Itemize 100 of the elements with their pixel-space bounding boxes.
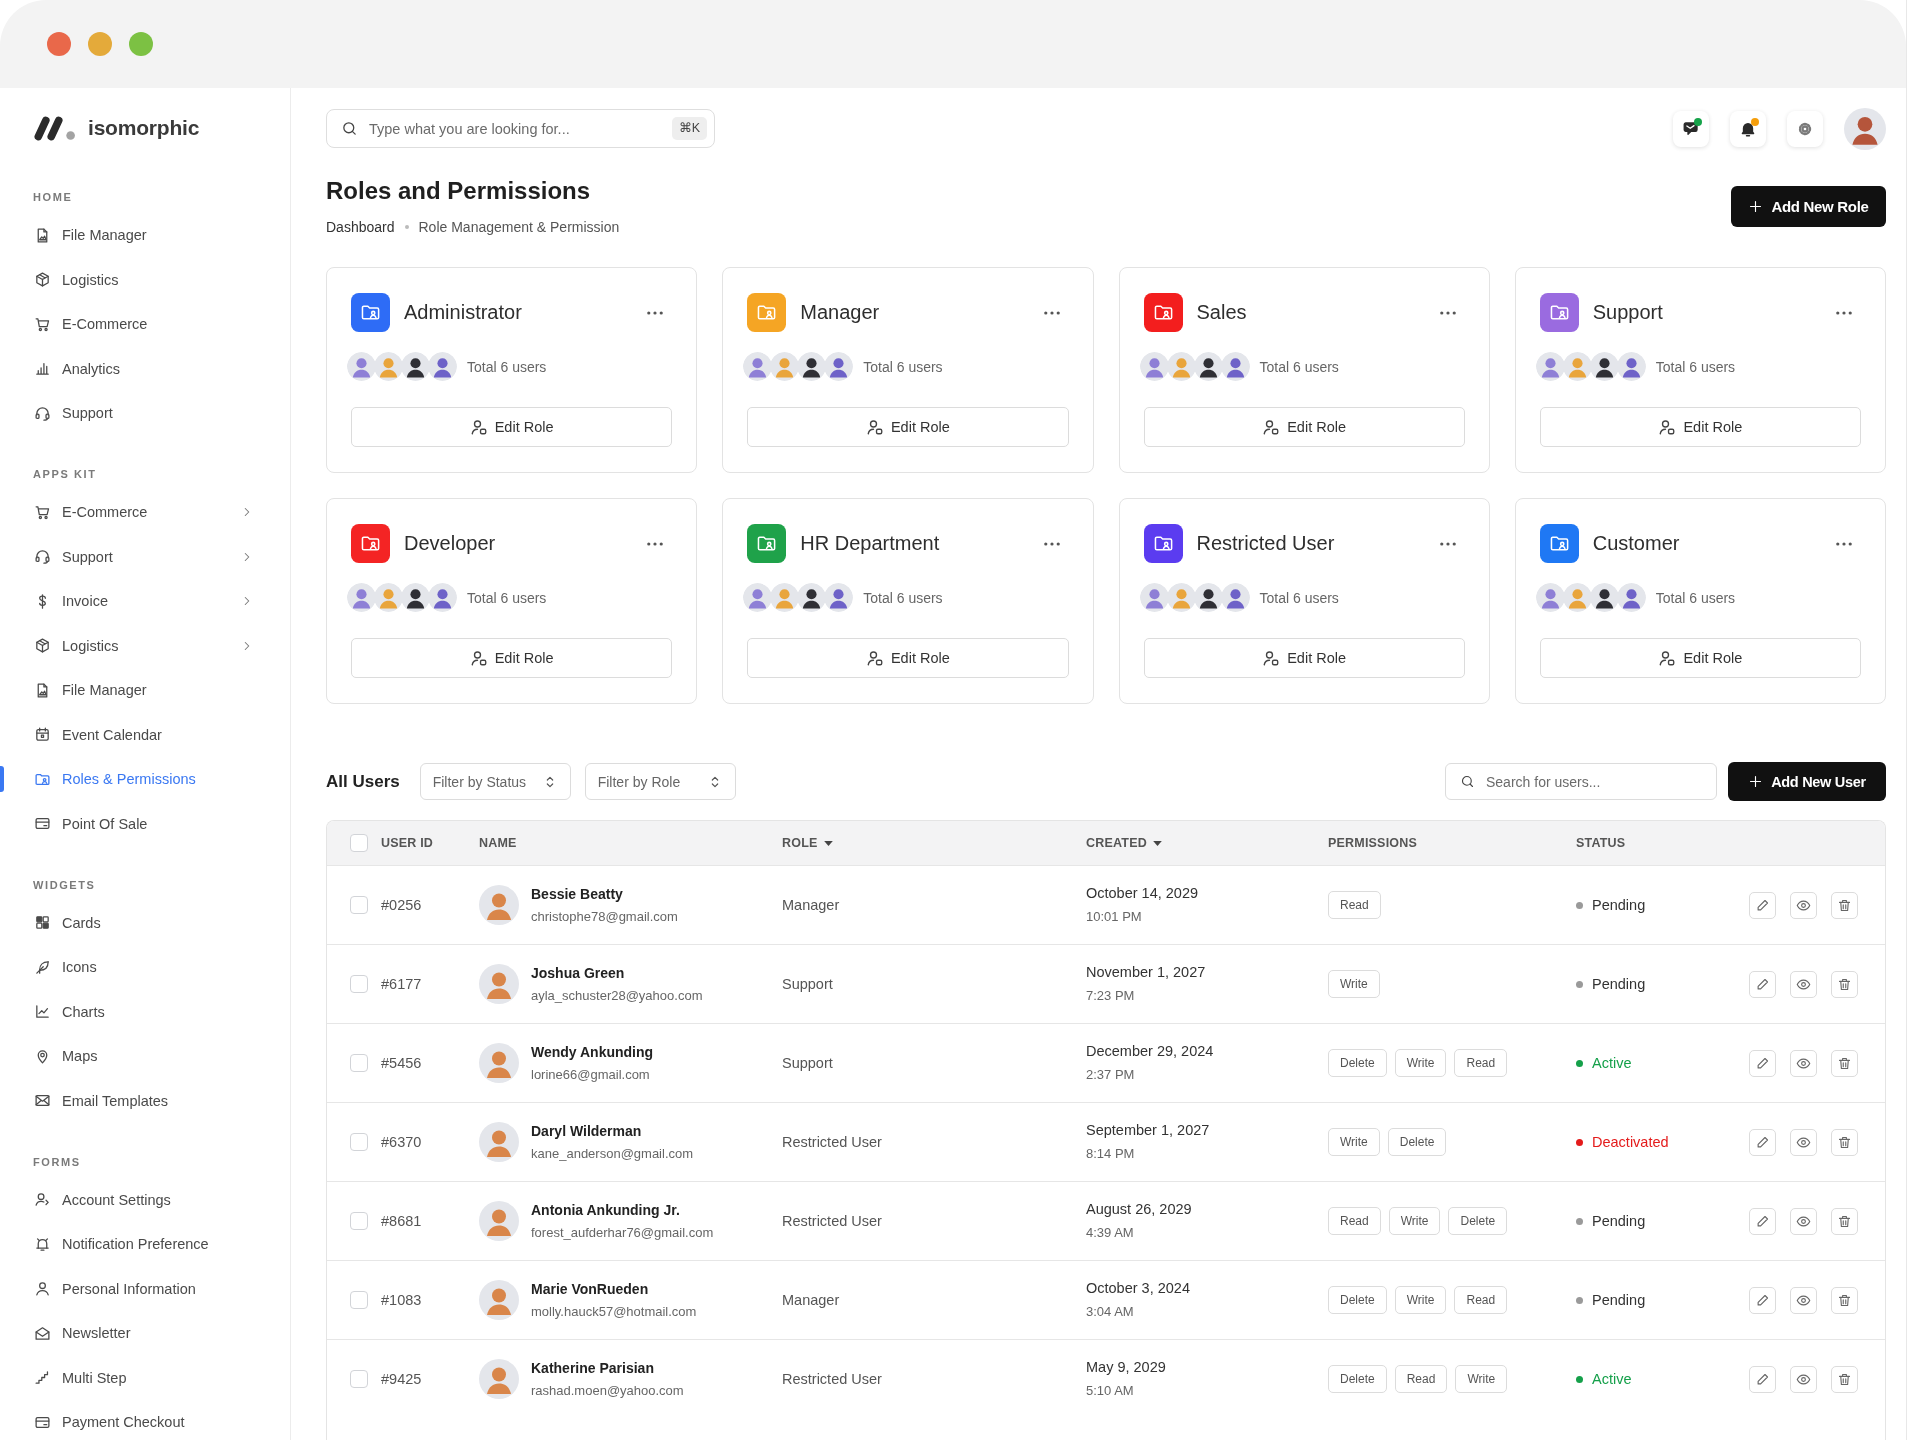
sidebar-item[interactable]: Newsletter xyxy=(0,1316,290,1350)
view-button[interactable] xyxy=(1790,1286,1817,1314)
sidebar-item[interactable]: Logistics xyxy=(0,628,290,663)
sidebar-item[interactable]: Cards xyxy=(0,905,290,940)
row-checkbox[interactable] xyxy=(350,1212,368,1230)
sidebar-item[interactable]: Notification Preference xyxy=(0,1227,290,1261)
messages-button[interactable] xyxy=(1673,110,1709,147)
row-checkbox[interactable] xyxy=(350,896,368,914)
delete-button[interactable] xyxy=(1831,891,1858,919)
user-count: Total 6 users xyxy=(863,358,943,375)
view-button[interactable] xyxy=(1790,1049,1817,1077)
calendar-icon xyxy=(34,726,51,743)
avatar-icon xyxy=(1535,352,1565,381)
more-icon[interactable] xyxy=(1043,541,1060,546)
row-checkbox[interactable] xyxy=(350,1133,368,1151)
column-header[interactable]: CREATED xyxy=(1086,836,1147,850)
close-window-icon[interactable] xyxy=(47,32,71,56)
column-header[interactable]: ROLE xyxy=(782,836,818,850)
edit-role-button[interactable]: Edit Role xyxy=(1143,638,1465,678)
sidebar-item[interactable]: Payment Checkout xyxy=(0,1405,290,1439)
sidebar-item[interactable]: Point Of Sale xyxy=(0,806,290,841)
avatar-icon[interactable] xyxy=(1844,107,1886,150)
edit-button[interactable] xyxy=(1749,1365,1776,1393)
row-checkbox[interactable] xyxy=(350,1054,368,1072)
sidebar-item[interactable]: Analytics xyxy=(0,351,290,386)
user-search-field[interactable]: Search for users... xyxy=(1445,763,1717,800)
cart-icon xyxy=(34,315,51,333)
edit-button[interactable] xyxy=(1749,891,1776,919)
view-button[interactable] xyxy=(1790,1365,1817,1393)
user-id: #1083 xyxy=(381,1292,423,1308)
filter-dropdown[interactable]: Filter by Role xyxy=(584,763,736,800)
sidebar-item[interactable]: E-Commerce xyxy=(0,307,290,341)
more-icon[interactable] xyxy=(647,310,664,315)
avatar-icon xyxy=(743,352,773,381)
row-checkbox[interactable] xyxy=(350,1291,368,1309)
edit-role-button[interactable]: Edit Role xyxy=(1143,407,1465,447)
view-button[interactable] xyxy=(1790,970,1817,998)
delete-button[interactable] xyxy=(1831,1207,1858,1235)
avatar-icon xyxy=(479,885,519,925)
sidebar-item[interactable]: Account Settings xyxy=(0,1182,290,1217)
add-user-button[interactable]: Add New User xyxy=(1728,762,1886,801)
edit-button[interactable] xyxy=(1749,1049,1776,1077)
view-button[interactable] xyxy=(1790,891,1817,919)
edit-role-button[interactable]: Edit Role xyxy=(1539,638,1861,678)
notifications-button[interactable] xyxy=(1730,110,1766,147)
sidebar-item[interactable]: Charts xyxy=(0,994,290,1029)
delete-button[interactable] xyxy=(1831,1286,1858,1314)
user-name: Katherine Parisian xyxy=(531,1358,655,1378)
avatar-icon xyxy=(1166,352,1196,381)
more-icon[interactable] xyxy=(1043,310,1060,315)
row-checkbox[interactable] xyxy=(350,975,368,993)
logo-icon[interactable] xyxy=(34,115,76,141)
edit-button[interactable] xyxy=(1749,970,1776,998)
breadcrumb-link[interactable]: Dashboard xyxy=(326,218,395,236)
edit-button[interactable] xyxy=(1749,1207,1776,1235)
view-button[interactable] xyxy=(1790,1207,1817,1235)
more-icon[interactable] xyxy=(1439,541,1456,546)
sidebar-item[interactable]: E-Commerce xyxy=(0,495,290,529)
more-icon[interactable] xyxy=(1836,310,1852,315)
edit-role-button[interactable]: Edit Role xyxy=(351,638,673,678)
select-all-checkbox[interactable] xyxy=(350,834,368,852)
add-role-button[interactable]: Add New Role xyxy=(1731,185,1886,227)
sidebar-item[interactable]: Support xyxy=(0,539,290,574)
sidebar-item[interactable]: Roles & Permissions xyxy=(0,762,290,796)
edit-role-button[interactable]: Edit Role xyxy=(1539,407,1861,447)
avatar-icon xyxy=(743,583,773,612)
more-icon[interactable] xyxy=(1439,310,1456,315)
line-chart-icon xyxy=(34,1003,51,1020)
created-time: 2:37 PM xyxy=(1086,1066,1136,1084)
more-icon[interactable] xyxy=(647,541,664,546)
row-checkbox[interactable] xyxy=(350,1370,368,1388)
edit-button[interactable] xyxy=(1749,1286,1776,1314)
page-title: Roles and Permissions xyxy=(326,176,592,206)
sidebar-item[interactable]: Icons xyxy=(0,950,290,984)
sidebar-item[interactable]: Email Templates xyxy=(0,1083,290,1118)
edit-role-button[interactable]: Edit Role xyxy=(351,407,673,447)
permission-tag: Read xyxy=(1454,1286,1508,1314)
delete-button[interactable] xyxy=(1831,1128,1858,1156)
sidebar-item[interactable]: Multi Step xyxy=(0,1360,290,1395)
sidebar-item[interactable]: File Manager xyxy=(0,673,290,707)
settings-icon xyxy=(1797,120,1813,137)
edit-role-button[interactable]: Edit Role xyxy=(747,638,1069,678)
delete-button[interactable] xyxy=(1831,1049,1858,1077)
sidebar-item[interactable]: Logistics xyxy=(0,262,290,297)
section-label: HOME xyxy=(32,190,74,205)
settings-button[interactable] xyxy=(1787,110,1823,147)
filter-dropdown[interactable]: Filter by Status xyxy=(419,763,571,800)
delete-button[interactable] xyxy=(1831,970,1858,998)
user-icon xyxy=(34,1191,51,1208)
sidebar-item[interactable]: Maps xyxy=(0,1039,290,1073)
sidebar-item[interactable]: Event Calendar xyxy=(0,717,290,752)
delete-button[interactable] xyxy=(1831,1365,1858,1393)
view-button[interactable] xyxy=(1790,1128,1817,1156)
sidebar-item[interactable]: Support xyxy=(0,396,290,430)
sidebar-item[interactable]: File Manager xyxy=(0,218,290,252)
edit-role-button[interactable]: Edit Role xyxy=(747,407,1069,447)
more-icon[interactable] xyxy=(1836,541,1852,546)
sidebar-item[interactable]: Invoice xyxy=(0,584,290,618)
edit-button[interactable] xyxy=(1749,1128,1776,1156)
sidebar-item[interactable]: Personal Information xyxy=(0,1271,290,1306)
